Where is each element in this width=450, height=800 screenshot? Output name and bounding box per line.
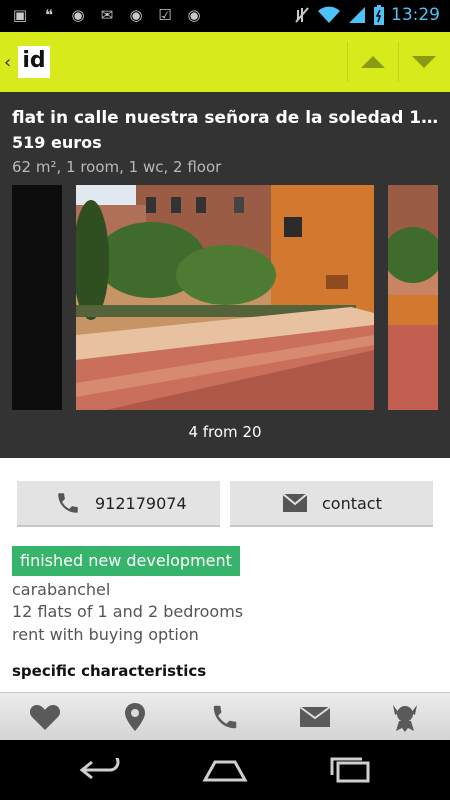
mail-icon xyxy=(299,706,331,727)
listing-photo[interactable] xyxy=(76,185,374,410)
image-icon: ▣ xyxy=(12,6,28,24)
listing-details: 62 m², 1 room, 1 wc, 2 floor xyxy=(12,158,222,176)
system-indicators: 13:29 xyxy=(293,4,440,26)
signal-icon xyxy=(349,7,365,23)
email-button[interactable] xyxy=(270,693,360,741)
next-photo[interactable] xyxy=(388,185,438,410)
phone-number: 912179074 xyxy=(95,493,187,513)
info-units: 12 flats of 1 and 2 bedrooms xyxy=(12,602,244,621)
contact-button[interactable]: contact xyxy=(230,481,433,527)
info-district: carabanchel xyxy=(12,580,111,599)
previous-photo[interactable] xyxy=(12,185,62,410)
phone-icon xyxy=(58,493,78,513)
wifi-icon xyxy=(318,6,340,23)
notification-icons: ▣ ❝ ◉ ✉ ◉ ☑ ◉ xyxy=(10,6,204,24)
bag-icon: ☑ xyxy=(158,6,172,24)
chevron-up-icon xyxy=(361,56,385,68)
listing-title: flat in calle nuestra señora de la soled… xyxy=(12,108,440,128)
mail-icon xyxy=(282,493,308,512)
info-option: rent with buying option xyxy=(12,625,199,644)
award-button[interactable] xyxy=(360,693,450,741)
next-listing-button[interactable] xyxy=(399,32,449,92)
back-button[interactable] xyxy=(70,752,130,788)
photo-gallery[interactable] xyxy=(12,185,438,410)
map-pin-icon xyxy=(125,703,145,731)
android-icon: ◉ xyxy=(71,6,85,24)
favorite-button[interactable] xyxy=(0,693,90,741)
battery-icon xyxy=(374,5,384,25)
mute-icon xyxy=(295,7,309,23)
call-button[interactable]: 912179074 xyxy=(17,481,220,527)
chevron-down-icon xyxy=(412,56,436,68)
award-icon xyxy=(393,705,417,732)
hangouts-icon: ❝ xyxy=(44,6,54,24)
app-logo[interactable]: id xyxy=(18,46,50,78)
section-heading: specific characteristics xyxy=(12,662,207,680)
recents-button[interactable] xyxy=(320,752,380,788)
status-badge: finished new development xyxy=(12,546,240,576)
bottom-toolbar xyxy=(0,692,450,741)
contact-label: contact xyxy=(322,493,382,513)
heart-icon xyxy=(29,705,61,730)
back-icon xyxy=(79,758,120,780)
system-nav-bar xyxy=(0,740,450,800)
recents-icon xyxy=(330,757,370,783)
map-button[interactable] xyxy=(90,693,180,741)
listing-price: 519 euros xyxy=(12,133,102,152)
phone-icon xyxy=(213,705,237,729)
previous-listing-button[interactable] xyxy=(348,32,398,92)
android-icon: ◉ xyxy=(129,6,143,24)
clock: 13:29 xyxy=(391,5,440,25)
app-bar: ‹ id xyxy=(0,32,450,92)
home-icon xyxy=(202,760,248,782)
android-icon: ◉ xyxy=(187,6,201,24)
back-chevron-icon[interactable]: ‹ xyxy=(4,52,11,73)
home-button[interactable] xyxy=(195,752,255,788)
status-bar: ▣ ❝ ◉ ✉ ◉ ☑ ◉ 13:29 xyxy=(0,0,450,32)
call-tab-button[interactable] xyxy=(180,693,270,741)
photo-counter: 4 from 20 xyxy=(188,423,262,441)
gmail-icon: ✉ xyxy=(100,6,114,24)
